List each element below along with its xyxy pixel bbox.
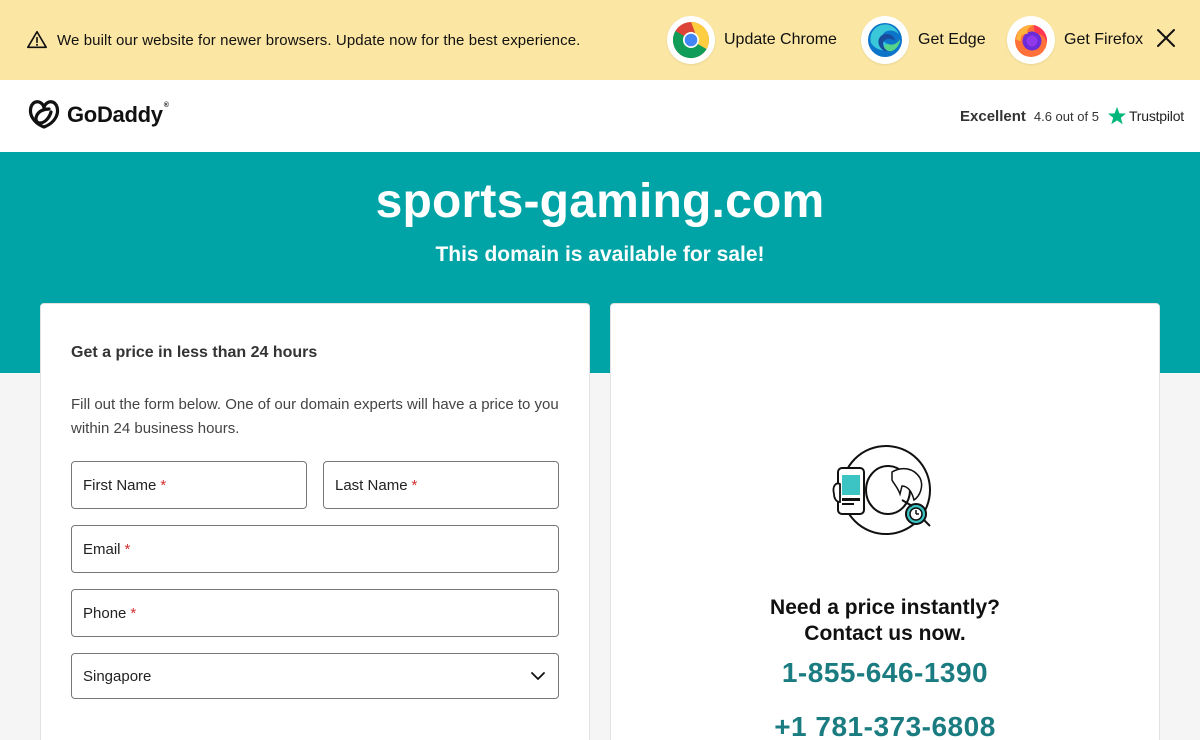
chevron-down-icon	[531, 672, 545, 680]
domain-title: sports-gaming.com	[375, 175, 825, 228]
get-firefox-label: Get Firefox	[1064, 31, 1144, 48]
update-chrome-label: Update Chrome	[724, 31, 837, 48]
contact-question: Need a price instantly? Contact us now.	[610, 595, 1160, 647]
phone-field[interactable]: Phone *	[71, 589, 559, 637]
godaddy-logo-icon	[28, 100, 60, 129]
trust-label: Excellent	[960, 107, 1026, 125]
first-name-field[interactable]: First Name *	[71, 461, 307, 509]
firefox-icon	[1007, 16, 1055, 64]
required-mark: *	[130, 604, 137, 622]
contact-question-line1: Need a price instantly?	[770, 596, 1000, 619]
form-description: Fill out the form below. One of our doma…	[71, 396, 559, 437]
trustpilot-brand: Trustpilot	[1128, 108, 1184, 124]
phone-clock-illustration-icon	[832, 445, 931, 535]
edge-icon	[861, 16, 909, 64]
first-name-label: First Name	[83, 476, 157, 494]
form-heading: Get a price in less than 24 hours	[71, 344, 318, 361]
close-icon[interactable]	[1155, 27, 1177, 49]
get-edge-button[interactable]: Get Edge	[861, 16, 986, 64]
get-edge-label: Get Edge	[918, 31, 986, 48]
chrome-icon	[667, 16, 715, 64]
required-mark: *	[160, 476, 167, 494]
phone-label: Phone	[83, 604, 127, 622]
last-name-label: Last Name	[335, 476, 408, 494]
get-firefox-button[interactable]: Get Firefox	[1007, 16, 1143, 64]
last-name-field[interactable]: Last Name *	[323, 461, 559, 509]
update-chrome-button[interactable]: Update Chrome	[667, 16, 837, 64]
trustpilot-rating[interactable]: Excellent 4.6 out of 5 Trustpilot	[960, 106, 1184, 126]
required-mark: *	[124, 540, 131, 558]
trust-rating-text: 4.6 out of 5	[1033, 108, 1099, 124]
trustpilot-star-icon	[1107, 107, 1126, 125]
warning-icon	[27, 30, 47, 49]
browser-update-banner: We built our website for newer browsers.…	[0, 0, 1200, 80]
phone-number-1[interactable]: 1-855-646-1390	[610, 657, 1160, 689]
godaddy-wordmark: GoDaddy®	[67, 102, 169, 127]
contact-question-line2: Contact us now.	[804, 622, 966, 645]
hero-subtitle: This domain is available for sale!	[435, 243, 765, 266]
required-mark: *	[411, 476, 418, 494]
email-label: Email	[83, 540, 121, 558]
phone-number-2[interactable]: +1 781-373-6808	[610, 711, 1160, 740]
country-value: Singapore	[83, 667, 152, 685]
godaddy-logo[interactable]: GoDaddy®	[27, 99, 169, 131]
banner-message: We built our website for newer browsers.…	[57, 32, 581, 49]
country-select[interactable]: Singapore	[71, 653, 559, 699]
email-field[interactable]: Email *	[71, 525, 559, 573]
